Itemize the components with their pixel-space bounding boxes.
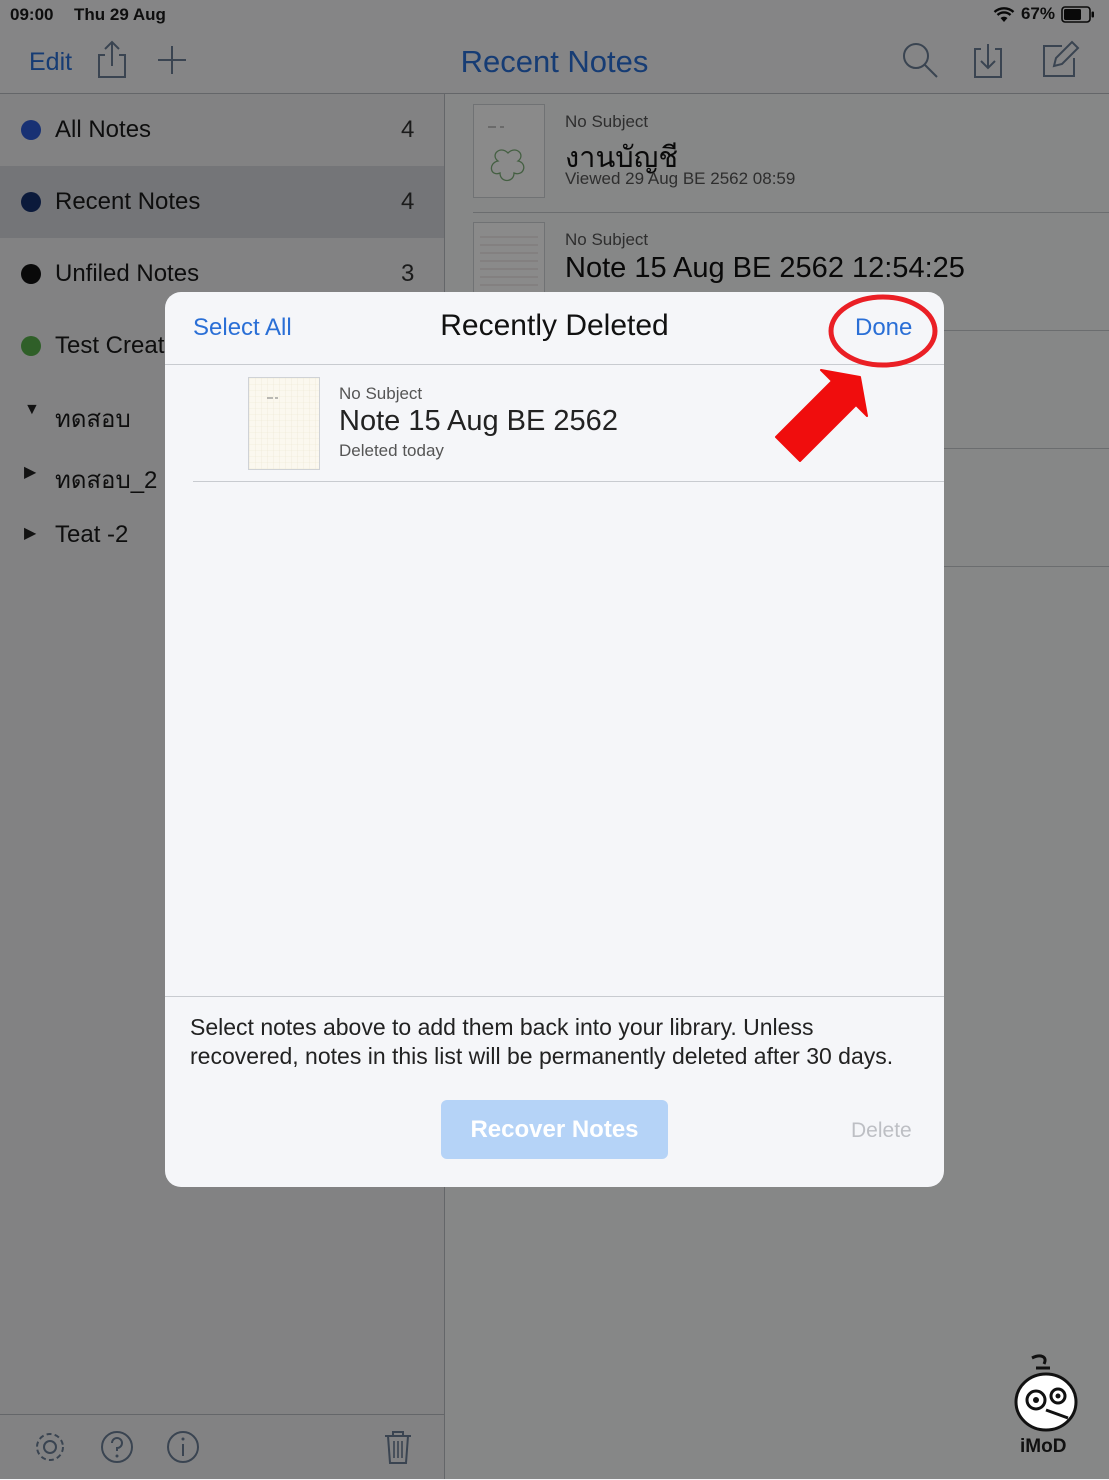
recently-deleted-dialog: Select All Recently Deleted Done No Subj… — [165, 292, 944, 1187]
done-button[interactable]: Done — [855, 314, 912, 342]
watermark-logo: iMoD — [1006, 1352, 1086, 1462]
recover-notes-button[interactable]: Recover Notes — [441, 1100, 668, 1159]
dialog-footer: Select notes above to add them back into… — [165, 996, 944, 1187]
delete-button[interactable]: Delete — [851, 1119, 912, 1143]
deleted-note-item[interactable]: No Subject Note 15 Aug BE 2562 Deleted t… — [193, 365, 944, 482]
note-title: Note 15 Aug BE 2562 — [339, 405, 618, 437]
mascot-logo-icon — [1014, 1354, 1078, 1432]
note-subject: No Subject — [339, 384, 423, 403]
recovery-message: Select notes above to add them back into… — [190, 1014, 894, 1069]
watermark-text: iMoD — [1020, 1436, 1067, 1457]
dialog-title: Recently Deleted — [440, 309, 669, 342]
dialog-header: Select All Recently Deleted Done — [165, 292, 944, 365]
note-thumbnail — [248, 377, 320, 470]
note-meta: Deleted today — [339, 441, 444, 460]
grid-paper-icon — [249, 378, 319, 469]
